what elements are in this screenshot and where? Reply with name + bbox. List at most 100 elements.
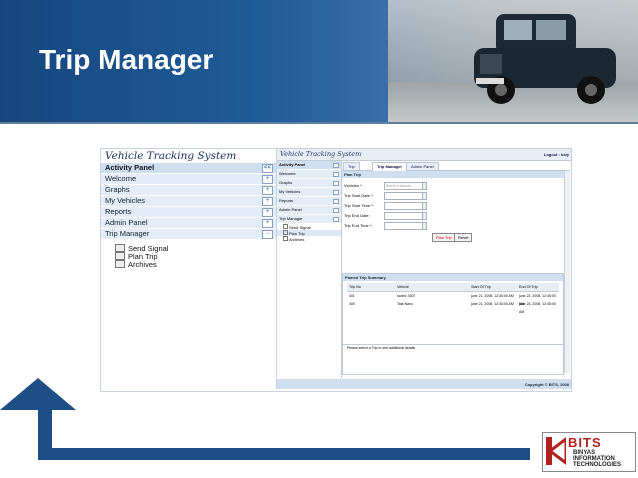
sidebar-item-admin-panel[interactable]: Admin Panel +	[101, 218, 276, 229]
table-row[interactable]: 400 Tata Nano june 21, 2008, 12:30:00 AM…	[347, 300, 559, 314]
bits-logo: BITS BINYAS INFORMATION TECHNOLOGIES	[542, 432, 636, 472]
calendar-icon[interactable]	[422, 212, 427, 220]
inner-sidebar-item-graphs[interactable]: Graphs	[277, 179, 341, 188]
expand-icon[interactable]	[333, 172, 339, 177]
expand-icon[interactable]	[333, 199, 339, 204]
inner-sidebar-item-welcome[interactable]: Welcome	[277, 170, 341, 179]
cell-end: june 23, 2008, 12:45:00 AM	[519, 302, 556, 314]
start-time-input[interactable]	[384, 202, 423, 210]
dropdown-arrow-icon[interactable]	[422, 222, 427, 230]
item-label: Trip Manager	[279, 216, 303, 221]
inner-sidebar-item-reports[interactable]: Reports	[277, 197, 341, 206]
start-date-row: Trip Start Date *:	[342, 191, 570, 201]
trip-summary-panel: Planed Trip Summary Trip No Vehicle Star…	[342, 273, 564, 375]
expand-icon[interactable]: +	[262, 208, 273, 217]
subitem-label: Archives	[289, 237, 305, 242]
header-divider	[0, 122, 638, 124]
slide-title: Trip Manager	[39, 44, 214, 75]
tab-trip-manager[interactable]: Trip Manager	[372, 162, 407, 171]
dropdown-arrow-icon[interactable]	[422, 202, 427, 210]
start-date-label: Trip Start Date *:	[344, 193, 374, 198]
expand-icon[interactable]: +	[262, 186, 273, 195]
activity-panel-header[interactable]: Activity Panel <<	[101, 163, 276, 174]
sidebar-item-welcome[interactable]: Welcome +	[101, 174, 276, 185]
taxi-image	[474, 14, 616, 104]
inner-app-window: Vehicle Tracking System Logout : bsly Ac…	[277, 149, 571, 389]
vehicle-select[interactable]: Select a vehicle...	[384, 182, 423, 190]
cell-vehicle: santro 4307	[397, 294, 416, 298]
end-date-input[interactable]	[384, 212, 423, 220]
logo-name: BITS	[568, 435, 602, 450]
subitem-plan-trip[interactable]: Plan Trip	[101, 252, 276, 261]
outer-activity-panel: Vehicle Tracking System Activity Panel <…	[101, 149, 277, 389]
col-end-of-trip[interactable]: End Of Trip	[519, 283, 538, 291]
inner-subitem-archives[interactable]: Archives	[277, 236, 341, 242]
main-content: Trip Trip Manager Admin Panel Plan Trip …	[342, 161, 570, 378]
return-arrow-icon	[0, 378, 530, 460]
trip-summary-header: Planed Trip Summary	[343, 274, 563, 281]
tab-admin-panel[interactable]: Admin Panel	[406, 162, 439, 170]
inner-sidebar-item-my-vehicles[interactable]: My Vehicles	[277, 188, 341, 197]
tab-trip[interactable]: Trip	[343, 162, 360, 170]
expand-icon[interactable]	[333, 190, 339, 195]
collapse-icon[interactable]: −	[262, 230, 273, 239]
slide-header: Trip Manager	[0, 0, 638, 122]
reset-button[interactable]: Reset	[454, 233, 473, 242]
end-date-label: Trip End Date:	[344, 213, 370, 218]
inner-sidebar-item-trip-manager[interactable]: Trip Manager	[277, 215, 341, 224]
cell-start: june 21, 2008, 12:30:00 AM	[471, 302, 514, 306]
subitem-archives[interactable]: Archives	[101, 260, 276, 269]
subitem-send-signal[interactable]: Send Signal	[101, 244, 276, 253]
inner-activity-panel-header[interactable]: Activity Panel	[277, 161, 341, 170]
form-buttons: Plan Trip Reset	[342, 231, 570, 243]
col-start-of-trip[interactable]: Start Of Trip	[471, 283, 491, 291]
collapse-icon[interactable]	[333, 217, 339, 222]
header-label: Activity Panel	[279, 162, 306, 167]
sidebar-item-my-vehicles[interactable]: My Vehicles +	[101, 196, 276, 207]
expand-icon[interactable]: +	[262, 175, 273, 184]
plan-trip-button[interactable]: Plan Trip	[432, 233, 456, 242]
inner-app-title: Vehicle Tracking System	[280, 150, 362, 158]
sidebar-item-graphs[interactable]: Graphs +	[101, 185, 276, 196]
collapse-icon[interactable]	[333, 163, 339, 168]
item-label: Reports	[279, 198, 294, 203]
outer-app-title: Vehicle Tracking System	[105, 150, 237, 162]
end-date-row: Trip End Date:	[342, 211, 570, 221]
expand-icon[interactable]: +	[262, 219, 273, 228]
cell-trip-no: 400	[349, 302, 355, 306]
vehicles-row: Vehicles *: Select a vehicle...	[342, 181, 570, 191]
bits-logo-mark-icon	[546, 437, 566, 465]
end-time-input[interactable]	[384, 222, 423, 230]
sidebar-item-reports[interactable]: Reports +	[101, 207, 276, 218]
expand-icon[interactable]	[333, 181, 339, 186]
sidebar-item-label: Graphs	[105, 185, 130, 194]
activity-panel-label: Activity Panel	[105, 163, 155, 172]
item-label: Welcome	[279, 171, 296, 176]
expand-icon[interactable]	[333, 208, 339, 213]
dropdown-arrow-icon[interactable]	[422, 182, 427, 190]
archives-icon	[283, 236, 288, 241]
plan-trip-icon	[115, 252, 125, 260]
logout-link[interactable]: Logout : bsly	[544, 152, 569, 157]
send-signal-icon	[115, 244, 125, 252]
plan-trip-header: Plan Trip	[342, 171, 570, 178]
calendar-icon[interactable]	[422, 192, 427, 200]
vertical-scrollbar[interactable]	[564, 171, 570, 373]
table-row[interactable]: 401 santro 4307 june 21, 2008, 12:30:00 …	[347, 292, 559, 306]
sidebar-item-label: Welcome	[105, 174, 137, 183]
cell-start: june 21, 2008, 12:30:00 AM	[471, 294, 514, 298]
subitem-label: Archives	[128, 260, 157, 269]
cell-trip-no: 401	[349, 294, 355, 298]
sidebar-item-label: My Vehicles	[105, 196, 146, 205]
col-trip-no[interactable]: Trip No	[349, 283, 361, 291]
details-note: Please select a Trip to see additional d…	[347, 346, 416, 350]
collapse-panel-button[interactable]: <<	[262, 164, 273, 173]
expand-icon[interactable]: +	[262, 197, 273, 206]
tab-bar: Trip Trip Manager Admin Panel	[342, 161, 570, 171]
sidebar-item-trip-manager[interactable]: Trip Manager −	[101, 229, 276, 240]
plan-trip-icon	[283, 230, 288, 235]
inner-sidebar-item-admin-panel[interactable]: Admin Panel	[277, 206, 341, 215]
start-date-input[interactable]	[384, 192, 423, 200]
col-vehicle[interactable]: Vehicle	[397, 283, 409, 291]
item-label: Graphs	[279, 180, 293, 185]
